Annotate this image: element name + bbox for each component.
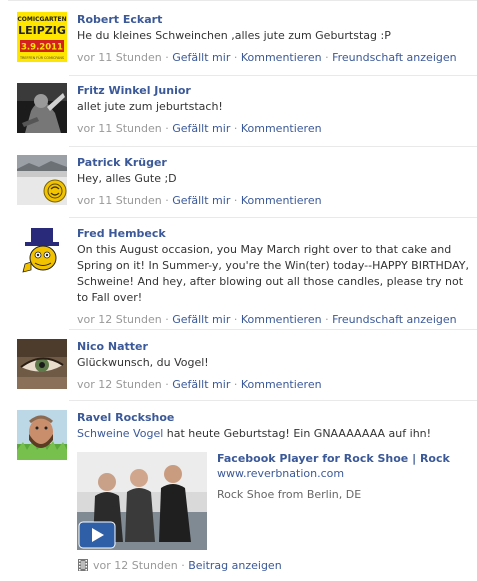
author-name[interactable]: Nico Natter — [77, 339, 148, 355]
post-separator — [69, 329, 477, 330]
band-photo-play-thumbnail[interactable] — [77, 452, 207, 550]
post-message: allet jute zum jeburtstach! — [77, 100, 223, 113]
post-message-text: hat heute Geburtstag! Ein GNAAAAAAA auf … — [163, 427, 432, 440]
separator-dot: · — [233, 378, 238, 391]
post-time[interactable]: vor 11 Stunden — [77, 51, 162, 64]
comment-link[interactable]: Kommentieren — [241, 122, 322, 135]
post-meta: vor 11 Stunden · Gefällt mir · Kommentie… — [77, 121, 477, 137]
post-meta: vor 11 Stunden · Gefällt mir · Kommentie… — [77, 50, 477, 66]
show-friendship-link[interactable]: Freundschaft anzeigen — [332, 313, 457, 326]
post-time[interactable]: vor 12 Stunden — [77, 378, 162, 391]
post-separator — [69, 146, 477, 147]
comment-link[interactable]: Kommentieren — [241, 194, 322, 207]
view-post-link[interactable]: Beitrag anzeigen — [188, 559, 281, 572]
separator-dot: · — [233, 194, 238, 207]
separator-dot: · — [233, 122, 238, 135]
post-meta: vor 11 Stunden · Gefällt mir · Kommentie… — [77, 193, 477, 209]
shared-link-attachment: Facebook Player for Rock Shoe | Rock www… — [77, 452, 477, 552]
like-link[interactable]: Gefällt mir — [172, 51, 230, 64]
post-separator — [69, 217, 477, 218]
post-time[interactable]: vor 11 Stunden — [77, 194, 162, 207]
post-message: On this August occasion, you May March r… — [77, 243, 469, 304]
top-separator — [8, 0, 477, 1]
tagged-profile-link[interactable]: Schweine Vogel — [77, 427, 163, 440]
dark-portrait-avatar[interactable] — [17, 83, 67, 133]
post-message: Glückwunsch, du Vogel! — [77, 356, 209, 369]
post-meta: vor 12 Stunden · Beitrag anzeigen — [77, 558, 282, 574]
landscape-badge-avatar[interactable] — [17, 155, 67, 205]
share-description: Rock Shoe from Berlin, DE — [217, 488, 362, 501]
share-url-link[interactable]: www.reverbnation.com — [217, 466, 477, 481]
show-friendship-link[interactable]: Freundschaft anzeigen — [332, 51, 457, 64]
cartoon-tophat-avatar[interactable] — [17, 226, 67, 276]
eye-closeup-avatar[interactable] — [17, 339, 67, 389]
post-separator — [69, 75, 477, 76]
share-title-link[interactable]: Facebook Player for Rock Shoe | Rock — [217, 451, 477, 466]
post-separator — [69, 400, 477, 401]
avatar-date-text: 3.9.2011 — [21, 43, 63, 53]
author-name[interactable]: Robert Eckart — [77, 12, 162, 28]
avatar-top-text: COMICGARTEN — [17, 16, 66, 23]
avatar-bottom-text: TREFFEN FÜR COMICFANS — [19, 55, 64, 60]
post-message: Hey, alles Gute ;D — [77, 172, 177, 185]
like-link[interactable]: Gefällt mir — [172, 313, 230, 326]
separator-dot: · — [165, 194, 169, 207]
separator-dot: · — [165, 378, 169, 391]
separator-dot: · — [325, 313, 329, 326]
separator-dot: · — [165, 313, 169, 326]
comment-link[interactable]: Kommentieren — [241, 378, 322, 391]
comicgarten-leipzig-avatar[interactable]: COMICGARTEN LEIPZIG 3.9.2011 TREFFEN FÜR… — [17, 12, 67, 62]
avatar-main-text: LEIPZIG — [18, 24, 66, 37]
post-meta: vor 12 Stunden · Gefällt mir · Kommentie… — [77, 312, 477, 328]
like-link[interactable]: Gefällt mir — [172, 122, 230, 135]
author-name[interactable]: Fritz Winkel Junior — [77, 83, 191, 99]
separator-dot: · — [325, 51, 329, 64]
separator-dot: · — [165, 122, 169, 135]
author-name[interactable]: Ravel Rockshoe — [77, 410, 174, 426]
bearded-man-avatar[interactable] — [17, 410, 67, 460]
author-name[interactable]: Patrick Krüger — [77, 155, 167, 171]
like-link[interactable]: Gefällt mir — [172, 378, 230, 391]
separator-dot: · — [165, 51, 169, 64]
post-time[interactable]: vor 12 Stunden — [77, 313, 162, 326]
author-name[interactable]: Fred Hembeck — [77, 226, 166, 242]
post-message: Schweine Vogel hat heute Geburtstag! Ein… — [77, 426, 477, 442]
separator-dot: · — [233, 51, 238, 64]
post-message: He du kleines Schweinchen ,alles jute zu… — [77, 29, 391, 42]
post-time[interactable]: vor 11 Stunden — [77, 122, 162, 135]
comment-link[interactable]: Kommentieren — [241, 51, 322, 64]
like-link[interactable]: Gefällt mir — [172, 194, 230, 207]
post-time[interactable]: vor 12 Stunden — [93, 559, 178, 572]
post-meta: vor 12 Stunden · Gefällt mir · Kommentie… — [77, 377, 477, 393]
separator-dot: · — [233, 313, 238, 326]
comment-link[interactable]: Kommentieren — [241, 313, 322, 326]
separator-dot: · — [181, 559, 185, 572]
film-icon — [77, 559, 89, 571]
